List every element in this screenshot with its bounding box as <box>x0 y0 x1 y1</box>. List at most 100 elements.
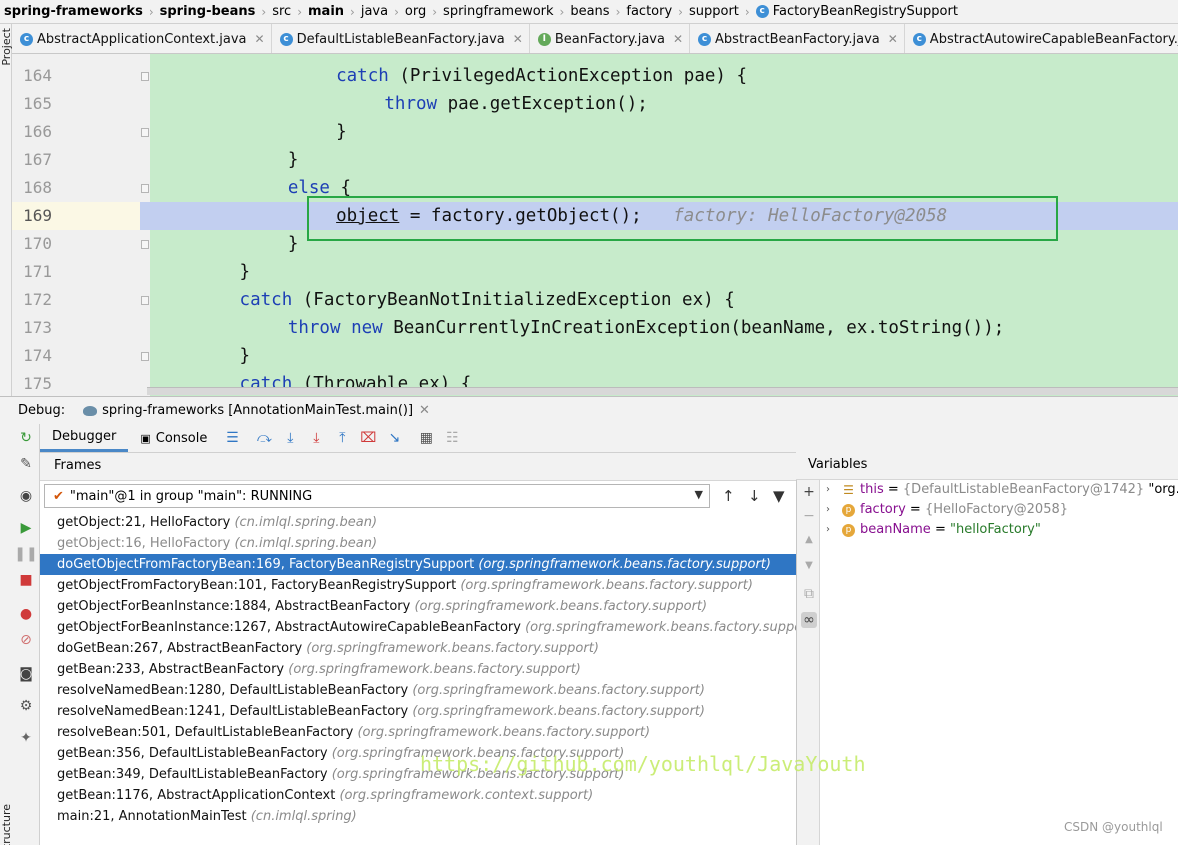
glasses-icon[interactable]: ∞ <box>801 612 817 628</box>
line-number: 171 <box>23 262 52 281</box>
rerun-icon[interactable]: ↻ <box>18 430 34 446</box>
chevron-right-icon[interactable]: › <box>826 480 842 500</box>
code-line[interactable]: 164 catch (PrivilegedActionException pae)… <box>12 62 1178 90</box>
line-number: 174 <box>23 346 52 365</box>
resume-icon[interactable]: ▶ <box>18 520 34 536</box>
close-icon[interactable]: ✕ <box>888 32 898 46</box>
arrow-down-icon[interactable]: ↓ <box>748 487 761 505</box>
chevron-right-icon[interactable]: › <box>826 520 842 540</box>
fold-marker-icon[interactable] <box>141 72 149 81</box>
close-icon[interactable]: ✕ <box>255 32 265 46</box>
stack-frame[interactable]: getObject:16, HelloFactory (cn.imlql.spr… <box>40 533 796 554</box>
view-breakpoints-icon[interactable]: ● <box>18 606 34 622</box>
fold-marker-icon[interactable] <box>141 296 149 305</box>
force-step-into-icon[interactable]: ⤓ <box>303 430 329 446</box>
stack-frame[interactable]: getObjectForBeanInstance:1267, AbstractA… <box>40 617 796 638</box>
drop-frame-icon[interactable]: ⌧ <box>355 430 381 446</box>
stack-frame[interactable]: main:21, AnnotationMainTest (cn.imlql.sp… <box>40 806 796 827</box>
filter-icon[interactable]: ▼ <box>773 487 785 505</box>
code-line[interactable]: 174} <box>12 342 1178 370</box>
add-watch-icon[interactable]: + <box>801 484 817 500</box>
move-up-icon[interactable]: ▲ <box>801 534 817 545</box>
breadcrumb-item[interactable]: springframework › <box>439 4 566 19</box>
breadcrumb-item[interactable]: main › <box>304 4 357 19</box>
step-out-icon[interactable]: ⤒ <box>329 430 355 446</box>
stack-frame[interactable]: getBean:233, AbstractBeanFactory (org.sp… <box>40 659 796 680</box>
stack-frame[interactable]: getBean:1176, AbstractApplicationContext… <box>40 785 796 806</box>
copy-icon[interactable]: ⧉ <box>801 586 817 602</box>
code-editor[interactable]: 164 catch (PrivilegedActionException pae)… <box>12 54 1178 396</box>
code-line[interactable]: 165 throw pae.getException(); <box>12 90 1178 118</box>
step-over-icon[interactable]: ⤼ <box>251 430 277 446</box>
breadcrumb-item[interactable]: spring-beans › <box>156 4 269 19</box>
code-line[interactable]: 171} <box>12 258 1178 286</box>
trace-icon[interactable]: ☷ <box>439 430 465 446</box>
close-icon[interactable]: ✕ <box>419 403 430 418</box>
fold-marker-icon[interactable] <box>141 128 149 137</box>
eye-icon[interactable]: ◉ <box>18 488 34 504</box>
breadcrumb-item[interactable]: c FactoryBeanRegistrySupport <box>752 4 958 19</box>
chevron-down-icon[interactable]: ▼ <box>695 488 703 501</box>
debug-session-tab[interactable]: spring-frameworks [AnnotationMainTest.ma… <box>83 403 430 418</box>
breadcrumb-item[interactable]: java › <box>357 4 401 19</box>
stack-frame[interactable]: resolveNamedBean:1241, DefaultListableBe… <box>40 701 796 722</box>
tab-debugger-label: Debugger <box>52 429 117 444</box>
fold-marker-icon[interactable] <box>141 240 149 249</box>
breadcrumb-item[interactable]: support › <box>685 4 752 19</box>
editor-tab[interactable]: c AbstractApplicationContext.java ✕ <box>12 24 272 53</box>
breadcrumb-label: springframework <box>443 4 554 19</box>
menu-icon[interactable]: ☰ <box>219 430 245 446</box>
fold-marker-icon[interactable] <box>141 184 149 193</box>
stack-frame[interactable]: resolveNamedBean:1280, DefaultListableBe… <box>40 680 796 701</box>
move-down-icon[interactable]: ▼ <box>801 560 817 571</box>
step-into-icon[interactable]: ⤓ <box>277 430 303 446</box>
frame-package: (org.springframework.beans.factory.suppo… <box>306 641 599 656</box>
close-icon[interactable]: ✕ <box>513 32 523 46</box>
remove-watch-icon[interactable]: − <box>801 508 817 524</box>
code-text: } <box>240 258 251 286</box>
line-number: 175 <box>23 374 52 393</box>
chevron-right-icon[interactable]: › <box>826 500 842 520</box>
mute-breakpoints-icon[interactable]: ⊘ <box>18 632 34 648</box>
stack-frame[interactable]: getObjectFromFactoryBean:101, FactoryBea… <box>40 575 796 596</box>
arrow-up-icon[interactable]: ↑ <box>722 487 735 505</box>
editor-tab[interactable]: c DefaultListableBeanFactory.java ✕ <box>272 24 530 53</box>
camera-icon[interactable]: ◙ <box>18 666 34 682</box>
evaluate-expression-icon[interactable]: ▦ <box>413 430 439 446</box>
stack-frame[interactable]: doGetBean:267, AbstractBeanFactory (org.… <box>40 638 796 659</box>
stack-frame[interactable]: getObject:21, HelloFactory (cn.imlql.spr… <box>40 512 796 533</box>
code-line[interactable]: 166} <box>12 118 1178 146</box>
code-line[interactable]: 167} <box>12 146 1178 174</box>
close-icon[interactable]: ✕ <box>673 32 683 46</box>
wrench-icon[interactable]: ✎ <box>18 456 34 472</box>
run-to-cursor-icon[interactable]: ↘ <box>381 430 407 446</box>
pin-icon[interactable]: ✦ <box>18 730 34 746</box>
breadcrumb-item[interactable]: org › <box>401 4 439 19</box>
stop-icon[interactable]: ■ <box>18 572 34 588</box>
variables-pane: Variables › ☰ this = {DefaultListableBeanF… <box>796 452 1178 845</box>
code-line[interactable]: 172 catch (FactoryBeanNotInitializedExcep… <box>12 286 1178 314</box>
tab-debugger[interactable]: Debugger <box>40 424 129 452</box>
code-line[interactable]: 173 throw new BeanCurrentlyInCreationExce… <box>12 314 1178 342</box>
breadcrumb-item[interactable]: src › <box>268 4 304 19</box>
stack-frame[interactable]: doGetObjectFromFactoryBean:169, FactoryB… <box>40 554 796 575</box>
thread-dropdown[interactable]: ✔ "main"@1 in group "main": RUNNING ▼ <box>44 484 710 508</box>
breadcrumb-item[interactable]: factory › <box>622 4 685 19</box>
settings-icon[interactable]: ⚙ <box>18 698 34 714</box>
variable-name: beanName <box>860 522 931 537</box>
stack-frame[interactable]: getObjectForBeanInstance:1884, AbstractB… <box>40 596 796 617</box>
variable-row[interactable]: › p beanName = "helloFactory" <box>826 520 1041 540</box>
tab-console[interactable]: ▣ Console <box>128 424 219 452</box>
horizontal-scrollbar[interactable] <box>147 387 1178 395</box>
breadcrumb-item[interactable]: beans › <box>566 4 622 19</box>
editor-tab[interactable]: c AbstractAutowireCapableBeanFactory.java… <box>905 24 1178 53</box>
variable-row[interactable]: › p factory = {HelloFactory@2058} <box>826 500 1068 520</box>
fold-marker-icon[interactable] <box>141 352 149 361</box>
editor-tab[interactable]: c AbstractBeanFactory.java ✕ <box>690 24 905 53</box>
editor-tab[interactable]: I BeanFactory.java ✕ <box>530 24 691 53</box>
breadcrumb-item[interactable]: spring-frameworks › <box>0 4 156 19</box>
stack-frame[interactable]: resolveBean:501, DefaultListableBeanFact… <box>40 722 796 743</box>
variable-row[interactable]: › ☰ this = {DefaultListableBeanFactory@174… <box>826 480 1178 500</box>
pause-icon[interactable]: ❚❚ <box>14 546 37 562</box>
structure-tool-button[interactable]: Structure <box>0 804 13 845</box>
